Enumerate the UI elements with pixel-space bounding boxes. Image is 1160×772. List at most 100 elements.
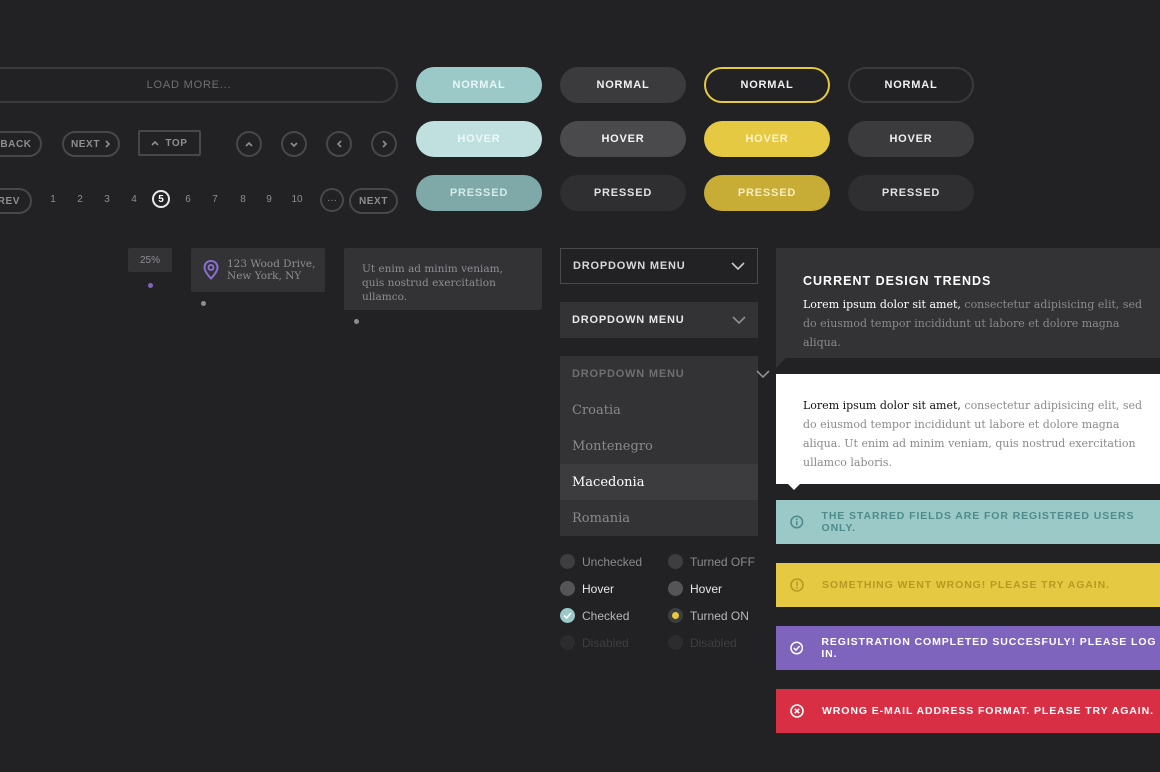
tooltip-anchor-dot [201, 301, 206, 306]
address-line1: 123 Wood Drive, [227, 258, 316, 270]
next-page-button[interactable]: NEXT [349, 188, 398, 214]
card-pointer [788, 484, 800, 490]
warning-alert: SOMETHING WENT WRONG! PLEASE TRY AGAIN. [776, 563, 1160, 607]
address-tooltip: 123 Wood Drive, New York, NY [191, 248, 325, 292]
dropdown-label: DROPDOWN MENU [573, 260, 686, 272]
load-more-label: LOAD MORE... [146, 79, 232, 91]
chevron-left-icon [336, 140, 342, 148]
prev-page-button[interactable]: PREV [0, 188, 32, 214]
yellow-hover-button[interactable]: HOVER [704, 121, 830, 157]
dropdown-open[interactable]: DROPDOWN MENU Croatia Montenegro Macedon… [560, 356, 770, 536]
page-link[interactable]: 4 [127, 194, 141, 205]
yellow-normal-button[interactable]: NORMAL [704, 67, 830, 103]
dropdown-option[interactable]: Romania [560, 500, 758, 536]
prev-label: PREV [0, 195, 20, 207]
dark-normal-button[interactable]: NORMAL [560, 67, 686, 103]
yellow-pressed-button[interactable]: PRESSED [704, 175, 830, 211]
percent-value: 25% [139, 254, 160, 266]
top-button[interactable]: TOP [138, 130, 201, 156]
scroll-up-button[interactable] [236, 131, 262, 157]
page-link[interactable]: 2 [73, 194, 87, 205]
radio-label: Unchecked [582, 554, 643, 569]
dark-hover-button[interactable]: HOVER [560, 121, 686, 157]
scroll-left-button[interactable] [326, 131, 352, 157]
error-alert: WRONG E-MAIL ADDRESS FORMAT. PLEASE TRY … [776, 689, 1160, 733]
page-link[interactable]: 10 [290, 194, 304, 205]
card-text: Lorem ipsum dolor sit amet, consectetur … [803, 295, 1143, 352]
tooltip-anchor-dot [354, 319, 359, 324]
white-card: Lorem ipsum dolor sit amet, consectetur … [776, 374, 1160, 484]
check-circle-icon [790, 641, 804, 655]
toggle-disabled: Disabled [668, 635, 737, 650]
toggle-off[interactable]: Turned OFF [668, 554, 755, 569]
outline-pressed-button[interactable]: PRESSED [848, 175, 974, 211]
radio-label: Checked [582, 608, 630, 623]
radio-circle [560, 635, 575, 650]
dropdown-filled[interactable]: DROPDOWN MENU [560, 302, 758, 338]
check-circle-icon [560, 608, 575, 623]
current-page[interactable]: 5 [152, 190, 170, 208]
dropdown-open-header[interactable]: DROPDOWN MENU [560, 356, 782, 392]
dropdown-label: DROPDOWN MENU [572, 314, 685, 326]
toggle-circle [668, 635, 683, 650]
teal-pressed-button[interactable]: PRESSED [416, 175, 542, 211]
toggle-label: Turned ON [690, 608, 749, 623]
warning-icon [790, 578, 804, 592]
toggle-circle [668, 608, 683, 623]
dropdown-option[interactable]: Croatia [560, 392, 758, 428]
toggle-label: Disabled [690, 635, 737, 650]
dropdown-option[interactable]: Montenegro [560, 428, 758, 464]
info-icon [790, 515, 804, 529]
toggle-label: Hover [690, 581, 723, 596]
address-line2: New York, NY [227, 270, 302, 282]
tooltip-anchor-dot [148, 283, 153, 288]
radio-disabled: Disabled [560, 635, 629, 650]
toggle-label: Turned OFF [690, 554, 755, 569]
alert-text: WRONG E-MAIL ADDRESS FORMAT. PLEASE TRY … [822, 705, 1154, 717]
card-lead: Lorem ipsum dolor sit amet, [803, 298, 961, 311]
page-link[interactable]: 6 [181, 194, 195, 205]
chevron-up-icon [245, 141, 253, 147]
radio-hover[interactable]: Hover [560, 581, 614, 596]
dark-pressed-button[interactable]: PRESSED [560, 175, 686, 211]
outline-normal-button[interactable]: NORMAL [848, 67, 974, 103]
page-link[interactable]: 3 [100, 194, 114, 205]
percent-tooltip: 25% [128, 248, 172, 272]
radio-checked[interactable]: Checked [560, 608, 629, 623]
radio-circle [560, 554, 575, 569]
card-text: Lorem ipsum dolor sit amet, consectetur … [803, 396, 1153, 472]
page-link[interactable]: 8 [236, 194, 250, 205]
page-link[interactable]: 9 [262, 194, 276, 205]
next-nav-label: NEXT [70, 138, 101, 150]
page-link[interactable]: 1 [46, 194, 60, 205]
teal-hover-button[interactable]: HOVER [416, 121, 542, 157]
radio-unchecked[interactable]: Unchecked [560, 554, 642, 569]
outline-hover-button[interactable]: HOVER [848, 121, 974, 157]
scroll-down-button[interactable] [281, 131, 307, 157]
card-title: CURRENT DESIGN TRENDS [803, 274, 992, 288]
card-lead: Lorem ipsum dolor sit amet, [803, 399, 961, 412]
chevron-right-icon [381, 140, 387, 148]
toggle-on[interactable]: Turned ON [668, 608, 749, 623]
success-alert: REGISTRATION COMPLETED SUCCESFULY! PLEAS… [776, 626, 1160, 670]
toggle-hover[interactable]: Hover [668, 581, 722, 596]
toggle-circle [668, 554, 683, 569]
location-pin-icon [203, 260, 219, 280]
dropdown-option-selected[interactable]: Macedonia [560, 464, 758, 500]
chevron-down-icon [756, 370, 770, 378]
more-pages-button[interactable]: ··· [320, 188, 344, 212]
page-link[interactable]: 7 [208, 194, 222, 205]
back-button[interactable]: BACK [0, 131, 42, 157]
dropdown-outline[interactable]: DROPDOWN MENU [560, 248, 758, 284]
chevron-down-icon [290, 141, 298, 147]
radio-label: Disabled [582, 635, 629, 650]
load-more-button[interactable]: LOAD MORE... [0, 67, 398, 103]
trends-card: CURRENT DESIGN TRENDS Lorem ipsum dolor … [776, 248, 1160, 358]
info-alert: THE STARRED FIELDS ARE FOR REGISTERED US… [776, 500, 1160, 544]
teal-normal-button[interactable]: NORMAL [416, 67, 542, 103]
quote-tooltip: Ut enim ad minim veniam, quis nostrud ex… [344, 248, 542, 310]
next-nav-button[interactable]: NEXT [62, 131, 120, 157]
close-circle-icon [790, 704, 804, 718]
scroll-right-button[interactable] [371, 131, 397, 157]
radio-label: Hover [582, 581, 615, 596]
